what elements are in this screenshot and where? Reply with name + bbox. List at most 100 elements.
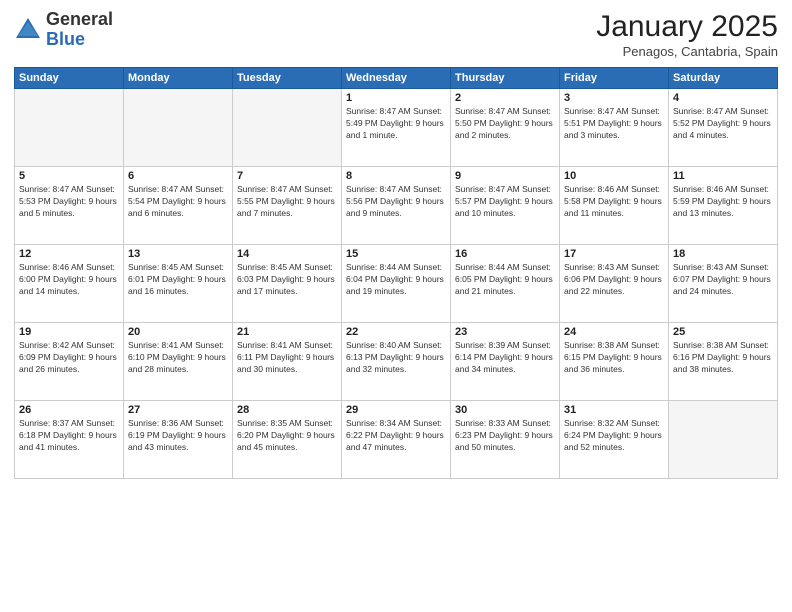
day-number: 13 xyxy=(128,248,228,260)
day-number: 21 xyxy=(237,326,337,338)
table-row: 6 Sunrise: 8:47 AM Sunset: 5:54 PM Daylig… xyxy=(124,167,233,245)
table-row: 18 Sunrise: 8:43 AM Sunset: 6:07 PM Dayli… xyxy=(669,245,778,323)
table-row: 12 Sunrise: 8:46 AM Sunset: 6:00 PM Dayli… xyxy=(15,245,124,323)
table-row: 19 Sunrise: 8:42 AM Sunset: 6:09 PM Dayli… xyxy=(15,323,124,401)
day-number: 15 xyxy=(346,248,446,260)
calendar-week-row: 5 Sunrise: 8:47 AM Sunset: 5:53 PM Daylig… xyxy=(15,167,778,245)
day-number: 31 xyxy=(564,404,664,416)
col-thursday: Thursday xyxy=(451,68,560,89)
day-number: 3 xyxy=(564,92,664,104)
table-row: 22Sunrise: 8:40 AM Sunset: 6:13 PM Dayli… xyxy=(342,323,451,401)
day-number: 7 xyxy=(237,170,337,182)
table-row: 21 Sunrise: 8:41 AM Sunset: 6:11 PM Dayli… xyxy=(233,323,342,401)
header: General Blue January 2025 Penagos, Canta… xyxy=(14,10,778,59)
table-row: 3 Sunrise: 8:47 AM Sunset: 5:51 PM Daylig… xyxy=(560,89,669,167)
table-row: 11Sunrise: 8:46 AM Sunset: 5:59 PM Dayli… xyxy=(669,167,778,245)
day-number: 23 xyxy=(455,326,555,338)
day-info: Sunrise: 8:36 AM Sunset: 6:19 PM Dayligh… xyxy=(128,418,228,454)
day-info: Sunrise: 8:47 AM Sunset: 5:50 PM Dayligh… xyxy=(455,106,555,142)
table-row: 28 Sunrise: 8:35 AM Sunset: 6:20 PM Dayli… xyxy=(233,401,342,479)
day-number: 9 xyxy=(455,170,555,182)
day-info: Sunrise: 8:34 AM Sunset: 6:22 PM Dayligh… xyxy=(346,418,446,454)
table-row: 4Sunrise: 8:47 AM Sunset: 5:52 PM Daylig… xyxy=(669,89,778,167)
day-info: Sunrise: 8:47 AM Sunset: 5:55 PM Dayligh… xyxy=(237,184,337,220)
col-saturday: Saturday xyxy=(669,68,778,89)
day-number: 14 xyxy=(237,248,337,260)
day-info: Sunrise: 8:44 AM Sunset: 6:04 PM Dayligh… xyxy=(346,262,446,298)
day-number: 5 xyxy=(19,170,119,182)
table-row: 15 Sunrise: 8:44 AM Sunset: 6:04 PM Dayli… xyxy=(342,245,451,323)
day-info: Sunrise: 8:44 AM Sunset: 6:05 PM Dayligh… xyxy=(455,262,555,298)
day-number: 30 xyxy=(455,404,555,416)
table-row: 30 Sunrise: 8:33 AM Sunset: 6:23 PM Dayli… xyxy=(451,401,560,479)
day-number: 2 xyxy=(455,92,555,104)
day-info: Sunrise: 8:43 AM Sunset: 6:06 PM Dayligh… xyxy=(564,262,664,298)
day-info: Sunrise: 8:33 AM Sunset: 6:23 PM Dayligh… xyxy=(455,418,555,454)
day-number: 26 xyxy=(19,404,119,416)
calendar-week-row: 26Sunrise: 8:37 AM Sunset: 6:18 PM Dayli… xyxy=(15,401,778,479)
logo-blue-text: Blue xyxy=(46,29,85,49)
day-info: Sunrise: 8:41 AM Sunset: 6:10 PM Dayligh… xyxy=(128,340,228,376)
table-row: 26Sunrise: 8:37 AM Sunset: 6:18 PM Dayli… xyxy=(15,401,124,479)
calendar-subtitle: Penagos, Cantabria, Spain xyxy=(596,44,778,59)
day-info: Sunrise: 8:35 AM Sunset: 6:20 PM Dayligh… xyxy=(237,418,337,454)
day-number: 17 xyxy=(564,248,664,260)
table-row: 31 Sunrise: 8:32 AM Sunset: 6:24 PM Dayli… xyxy=(560,401,669,479)
day-number: 19 xyxy=(19,326,119,338)
table-row: 27 Sunrise: 8:36 AM Sunset: 6:19 PM Dayli… xyxy=(124,401,233,479)
col-friday: Friday xyxy=(560,68,669,89)
day-info: Sunrise: 8:46 AM Sunset: 6:00 PM Dayligh… xyxy=(19,262,119,298)
day-info: Sunrise: 8:42 AM Sunset: 6:09 PM Dayligh… xyxy=(19,340,119,376)
calendar-week-row: 12 Sunrise: 8:46 AM Sunset: 6:00 PM Dayli… xyxy=(15,245,778,323)
calendar-header-row: Sunday Monday Tuesday Wednesday Thursday… xyxy=(15,68,778,89)
table-row xyxy=(15,89,124,167)
day-info: Sunrise: 8:46 AM Sunset: 5:58 PM Dayligh… xyxy=(564,184,664,220)
title-block: January 2025 Penagos, Cantabria, Spain xyxy=(596,10,778,59)
day-info: Sunrise: 8:47 AM Sunset: 5:53 PM Dayligh… xyxy=(19,184,119,220)
day-info: Sunrise: 8:47 AM Sunset: 5:56 PM Dayligh… xyxy=(346,184,446,220)
day-info: Sunrise: 8:45 AM Sunset: 6:03 PM Dayligh… xyxy=(237,262,337,298)
day-info: Sunrise: 8:47 AM Sunset: 5:54 PM Dayligh… xyxy=(128,184,228,220)
table-row: 13 Sunrise: 8:45 AM Sunset: 6:01 PM Dayli… xyxy=(124,245,233,323)
table-row: 25Sunrise: 8:38 AM Sunset: 6:16 PM Dayli… xyxy=(669,323,778,401)
table-row: 17 Sunrise: 8:43 AM Sunset: 6:06 PM Dayli… xyxy=(560,245,669,323)
table-row: 29Sunrise: 8:34 AM Sunset: 6:22 PM Dayli… xyxy=(342,401,451,479)
day-number: 27 xyxy=(128,404,228,416)
table-row: 10 Sunrise: 8:46 AM Sunset: 5:58 PM Dayli… xyxy=(560,167,669,245)
table-row: 8Sunrise: 8:47 AM Sunset: 5:56 PM Daylig… xyxy=(342,167,451,245)
day-number: 1 xyxy=(346,92,446,104)
table-row: 16Sunrise: 8:44 AM Sunset: 6:05 PM Dayli… xyxy=(451,245,560,323)
day-number: 11 xyxy=(673,170,773,182)
day-info: Sunrise: 8:43 AM Sunset: 6:07 PM Dayligh… xyxy=(673,262,773,298)
col-wednesday: Wednesday xyxy=(342,68,451,89)
day-number: 22 xyxy=(346,326,446,338)
logo: General Blue xyxy=(14,10,113,50)
calendar-table: Sunday Monday Tuesday Wednesday Thursday… xyxy=(14,67,778,479)
table-row xyxy=(669,401,778,479)
day-info: Sunrise: 8:38 AM Sunset: 6:15 PM Dayligh… xyxy=(564,340,664,376)
day-number: 6 xyxy=(128,170,228,182)
calendar-title: January 2025 xyxy=(596,10,778,44)
day-info: Sunrise: 8:47 AM Sunset: 5:51 PM Dayligh… xyxy=(564,106,664,142)
day-info: Sunrise: 8:39 AM Sunset: 6:14 PM Dayligh… xyxy=(455,340,555,376)
table-row xyxy=(124,89,233,167)
day-number: 20 xyxy=(128,326,228,338)
col-monday: Monday xyxy=(124,68,233,89)
table-row: 20 Sunrise: 8:41 AM Sunset: 6:10 PM Dayli… xyxy=(124,323,233,401)
day-number: 18 xyxy=(673,248,773,260)
logo-general-text: General xyxy=(46,9,113,29)
day-number: 12 xyxy=(19,248,119,260)
day-number: 4 xyxy=(673,92,773,104)
col-sunday: Sunday xyxy=(15,68,124,89)
col-tuesday: Tuesday xyxy=(233,68,342,89)
calendar-week-row: 19 Sunrise: 8:42 AM Sunset: 6:09 PM Dayli… xyxy=(15,323,778,401)
table-row: 1Sunrise: 8:47 AM Sunset: 5:49 PM Daylig… xyxy=(342,89,451,167)
table-row: 7 Sunrise: 8:47 AM Sunset: 5:55 PM Daylig… xyxy=(233,167,342,245)
day-number: 25 xyxy=(673,326,773,338)
day-number: 10 xyxy=(564,170,664,182)
day-number: 28 xyxy=(237,404,337,416)
table-row: 23 Sunrise: 8:39 AM Sunset: 6:14 PM Dayli… xyxy=(451,323,560,401)
day-info: Sunrise: 8:41 AM Sunset: 6:11 PM Dayligh… xyxy=(237,340,337,376)
day-info: Sunrise: 8:32 AM Sunset: 6:24 PM Dayligh… xyxy=(564,418,664,454)
day-info: Sunrise: 8:45 AM Sunset: 6:01 PM Dayligh… xyxy=(128,262,228,298)
